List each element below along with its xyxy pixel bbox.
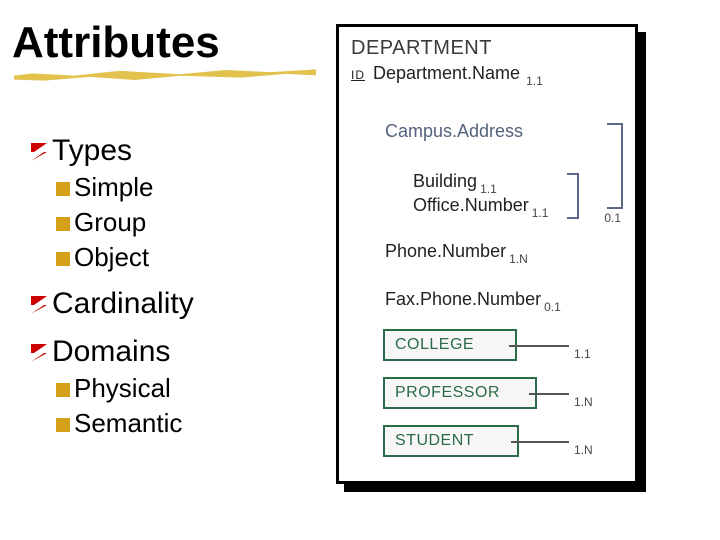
identifier-row: ID Department.Name1.1 <box>351 63 625 84</box>
attr-fax: Fax.Phone.Number 0.1 <box>385 289 561 310</box>
ref-professor-label: PROFESSOR <box>395 384 500 402</box>
group-bracket-outer <box>607 123 623 209</box>
y-bullet-icon <box>54 408 72 438</box>
bullet-semantic-label: Semantic <box>74 408 182 438</box>
sub-attr-office: Office.Number 1.1 <box>413 195 548 216</box>
bullet-cardinality: Cardinality <box>28 287 318 321</box>
ref-college-label: COLLEGE <box>395 336 474 354</box>
z-bullet-icon <box>28 134 50 167</box>
id-label: ID <box>351 68 365 82</box>
bullet-list: Types Simple Group Object Cardinality Do… <box>28 120 318 443</box>
ref-student-connector <box>511 441 569 443</box>
ref-college-box: COLLEGE <box>383 329 517 361</box>
sub-office-label: Office.Number <box>413 195 529 215</box>
bullet-simple: Simple <box>54 172 318 203</box>
bullet-semantic: Semantic <box>54 408 318 439</box>
bullet-object: Object <box>54 242 318 273</box>
bullet-cardinality-label: Cardinality <box>52 287 194 320</box>
entity-diagram: DEPARTMENT ID Department.Name1.1 Campus.… <box>336 24 646 492</box>
ref-professor-box: PROFESSOR <box>383 377 537 409</box>
group-bracket-inner <box>567 173 579 219</box>
group-attr-campus-address: Campus.Address <box>385 121 523 142</box>
ref-professor-connector <box>529 393 569 395</box>
bullet-object-label: Object <box>74 242 149 272</box>
dept-name-card: 1.1 <box>526 74 543 88</box>
fax-label: Fax.Phone.Number <box>385 289 541 309</box>
ref-student-card: 1.N <box>574 443 593 457</box>
sub-building-label: Building <box>413 171 477 191</box>
ref-student-label: STUDENT <box>395 432 474 450</box>
y-bullet-icon <box>54 373 72 403</box>
attr-phone: Phone.Number 1.N <box>385 241 528 262</box>
sub-building-card: 1.1 <box>480 182 497 196</box>
bullet-physical: Physical <box>54 373 318 404</box>
diagram-box: DEPARTMENT ID Department.Name1.1 Campus.… <box>336 24 638 484</box>
bullet-simple-label: Simple <box>74 172 153 202</box>
phone-label: Phone.Number <box>385 241 506 261</box>
y-bullet-icon <box>54 207 72 237</box>
dept-name-attr: Department.Name <box>373 63 520 84</box>
z-bullet-icon <box>28 335 50 368</box>
ref-college-connector <box>509 345 569 347</box>
bullet-group-label: Group <box>74 207 146 237</box>
y-bullet-icon <box>54 242 72 272</box>
phone-card: 1.N <box>509 252 528 266</box>
bullet-domains: Domains <box>28 335 318 369</box>
bullet-types: Types <box>28 134 318 168</box>
sub-office-card: 1.1 <box>532 206 549 220</box>
group-card: 0.1 <box>604 211 621 225</box>
bullet-domains-label: Domains <box>52 335 170 368</box>
sub-attr-building: Building 1.1 <box>413 171 497 192</box>
slide: Attributes Types Simple Group Object Car… <box>0 0 720 540</box>
bullet-physical-label: Physical <box>74 373 171 403</box>
ref-professor-card: 1.N <box>574 395 593 409</box>
bullet-types-label: Types <box>52 134 132 167</box>
ref-student-box: STUDENT <box>383 425 519 457</box>
y-bullet-icon <box>54 172 72 202</box>
fax-card: 0.1 <box>544 300 561 314</box>
entity-name: DEPARTMENT <box>351 37 625 60</box>
ref-college-card: 1.1 <box>574 347 591 361</box>
z-bullet-icon <box>28 287 50 320</box>
slide-title: Attributes <box>12 18 220 68</box>
bullet-group: Group <box>54 207 318 238</box>
